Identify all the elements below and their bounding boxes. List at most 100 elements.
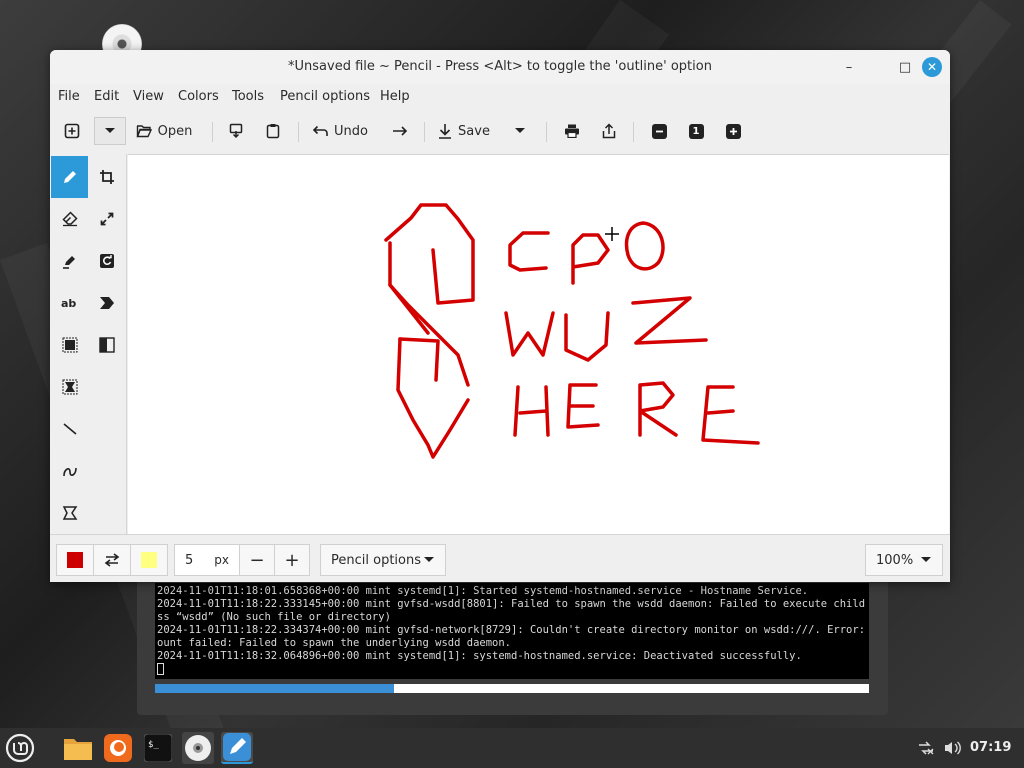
toolbar-separator xyxy=(633,122,634,142)
secondary-color-button[interactable] xyxy=(130,544,168,576)
minimize-icon: – xyxy=(845,60,853,75)
save-button[interactable]: Save xyxy=(434,117,494,145)
network-icon xyxy=(919,741,934,755)
maximize-icon: □ xyxy=(898,60,912,75)
filters-tool[interactable] xyxy=(88,324,125,366)
print-button[interactable] xyxy=(558,117,586,145)
menu-pencil-options[interactable]: Pencil options xyxy=(280,89,370,104)
volume-control[interactable] xyxy=(940,732,964,764)
save-dropdown-button[interactable] xyxy=(508,117,532,145)
terminal-line: 2024-11-01T11:18:22.334374+00:00 mint gv… xyxy=(157,624,869,636)
polygon-icon xyxy=(62,506,77,520)
disc-app-task[interactable] xyxy=(182,732,214,764)
toolbar: Open Undo Save 1 xyxy=(50,112,950,150)
menu-bar: File Edit View Colors Tools Pencil optio… xyxy=(50,84,950,110)
rectangle-selection-tool[interactable] xyxy=(51,324,88,366)
pencil-options-dropdown[interactable]: Pencil options xyxy=(320,544,446,576)
network-status[interactable] xyxy=(914,732,938,764)
rect-select-icon xyxy=(62,337,77,353)
disc-icon xyxy=(185,735,211,761)
line-icon xyxy=(62,423,77,435)
menu-view[interactable]: View xyxy=(133,89,164,104)
size-decrease-button[interactable]: − xyxy=(239,544,275,576)
title-bar[interactable]: *Unsaved file ~ Pencil - Press <Alt> to … xyxy=(50,50,950,84)
open-button[interactable]: Open xyxy=(134,117,194,145)
canvas-drawing xyxy=(384,203,760,459)
redo-button[interactable] xyxy=(386,117,414,145)
curve-icon xyxy=(62,467,77,477)
letter-o-stroke xyxy=(624,221,665,271)
terminal-output[interactable]: 2024-11-01T11:18:01.658368+00:00 mint sy… xyxy=(155,583,869,679)
share-button[interactable] xyxy=(595,117,623,145)
new-image-icon xyxy=(64,123,80,139)
terminal-line: 2024-11-01T11:18:22.333145+00:00 mint gv… xyxy=(157,598,869,610)
drawing-canvas[interactable] xyxy=(128,154,949,534)
firefox-launcher[interactable] xyxy=(102,732,134,764)
zoom-actual-button[interactable]: 1 xyxy=(682,117,710,145)
toolbar-separator xyxy=(424,122,425,142)
zoom-dropdown[interactable]: 100% xyxy=(865,544,943,576)
menu-colors[interactable]: Colors xyxy=(178,89,219,104)
letter-h-stroke xyxy=(513,385,550,437)
terminal-window[interactable]: 2024-11-01T11:18:01.658368+00:00 mint sy… xyxy=(137,575,888,715)
crop-tool[interactable] xyxy=(88,156,125,198)
size-input[interactable]: 5 px xyxy=(174,544,240,576)
svg-text:ab: ab xyxy=(61,297,76,309)
skew-tool[interactable] xyxy=(88,282,125,324)
chevron-down-icon xyxy=(424,557,434,562)
clock[interactable]: 07:19 xyxy=(970,740,1011,755)
secondary-color-swatch xyxy=(141,552,157,568)
size-unit: px xyxy=(214,553,229,567)
import-icon xyxy=(229,123,243,139)
close-icon: ✕ xyxy=(926,60,938,74)
maximize-button[interactable]: □ xyxy=(896,59,914,77)
zoom-in-button[interactable] xyxy=(719,117,747,145)
line-tool[interactable] xyxy=(51,408,88,450)
gradient-icon xyxy=(98,337,115,353)
pencil-options-label: Pencil options xyxy=(331,552,421,568)
mint-menu-button[interactable] xyxy=(4,732,36,764)
pencil-tool[interactable] xyxy=(51,156,88,198)
pencil-app-task[interactable] xyxy=(221,732,253,764)
swap-colors-button[interactable] xyxy=(93,544,131,576)
menu-help[interactable]: Help xyxy=(380,89,410,104)
menu-file[interactable]: File xyxy=(58,89,80,104)
rotate-tool[interactable] xyxy=(88,240,125,282)
minimize-button[interactable]: – xyxy=(840,59,858,77)
curve-tool[interactable] xyxy=(51,450,88,492)
rotate-icon xyxy=(99,254,114,268)
zoom-value: 100% xyxy=(876,552,914,568)
zoom-out-button[interactable] xyxy=(645,117,673,145)
new-dropdown-button[interactable] xyxy=(94,117,126,145)
menu-edit[interactable]: Edit xyxy=(94,89,119,104)
new-button[interactable] xyxy=(58,117,86,145)
chevron-down-icon xyxy=(105,128,115,133)
redo-arrow-icon xyxy=(393,126,408,136)
highlighter-icon xyxy=(62,256,75,269)
shape-tool[interactable] xyxy=(51,492,88,534)
minus-square-icon xyxy=(651,123,667,139)
skew-icon xyxy=(99,297,114,309)
highlighter-tool[interactable] xyxy=(51,240,88,282)
undo-button[interactable]: Undo xyxy=(308,117,372,145)
pencil-window[interactable]: *Unsaved file ~ Pencil - Press <Alt> to … xyxy=(50,50,950,582)
crop-icon xyxy=(99,170,114,184)
primary-color-button[interactable] xyxy=(56,544,94,576)
drawing-app-icon xyxy=(223,733,251,761)
import-button[interactable] xyxy=(222,117,250,145)
scale-tool[interactable] xyxy=(88,198,125,240)
close-button[interactable]: ✕ xyxy=(922,57,942,77)
paste-button[interactable] xyxy=(259,117,287,145)
terminal-launcher[interactable]: $_ xyxy=(142,732,174,764)
clipboard-icon xyxy=(266,124,280,139)
free-selection-tool[interactable] xyxy=(51,366,88,408)
files-launcher[interactable] xyxy=(62,732,94,764)
menu-tools[interactable]: Tools xyxy=(232,89,264,104)
eraser-tool[interactable] xyxy=(51,198,88,240)
text-tool[interactable]: ab xyxy=(51,282,88,324)
size-increase-button[interactable]: + xyxy=(274,544,310,576)
svg-text:$_: $_ xyxy=(148,740,159,750)
tool-palette: ab xyxy=(50,154,127,534)
terminal-cursor xyxy=(157,663,164,675)
zoom-one-icon: 1 xyxy=(688,123,704,139)
